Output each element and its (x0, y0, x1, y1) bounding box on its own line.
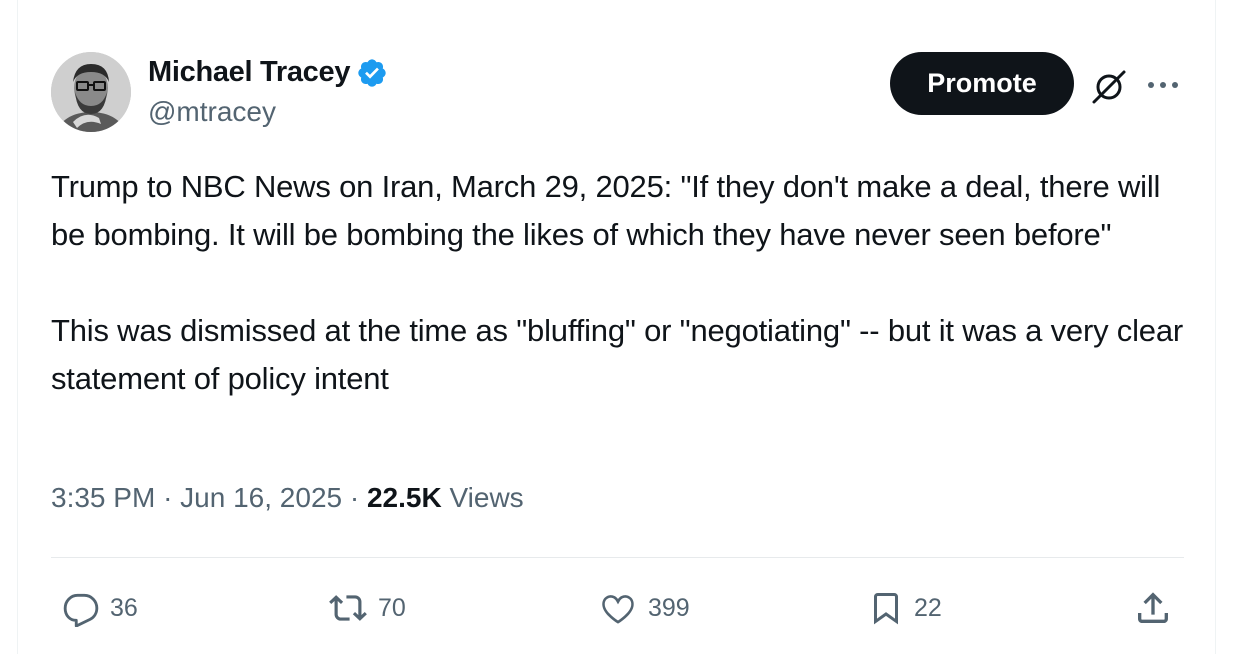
views-label: Views (449, 482, 524, 513)
tweet-time[interactable]: 3:35 PM (51, 482, 155, 513)
card-border-left (17, 0, 18, 654)
repost-button[interactable]: 70 (328, 586, 406, 630)
promote-button[interactable]: Promote (890, 52, 1074, 115)
share-icon (1138, 592, 1168, 623)
like-count: 399 (648, 593, 690, 622)
heart-icon (602, 595, 634, 624)
tweet-paragraph-1: Trump to NBC News on Iran, March 29, 202… (51, 169, 1161, 252)
author-handle[interactable]: @mtracey (148, 96, 276, 128)
meta-separator: · (349, 482, 360, 513)
reply-icon (63, 593, 99, 627)
tweet-date[interactable]: Jun 16, 2025 (180, 482, 342, 513)
tweet-text: Trump to NBC News on Iran, March 29, 202… (51, 163, 1201, 403)
divider (51, 557, 1184, 558)
repost-icon (329, 595, 367, 621)
author-name[interactable]: Michael Tracey (148, 56, 388, 89)
bookmark-button[interactable]: 22 (868, 586, 942, 630)
verified-badge-icon[interactable] (356, 57, 388, 89)
reply-button[interactable]: 36 (62, 586, 138, 630)
meta-separator: · (163, 482, 173, 513)
more-icon[interactable] (1145, 75, 1181, 95)
avatar[interactable] (51, 52, 131, 132)
avatar-image (51, 52, 131, 132)
tweet-meta: 3:35 PM · Jun 16, 2025 · 22.5K Views (51, 482, 524, 514)
views-count[interactable]: 22.5K (367, 482, 442, 513)
card-border-right (1215, 0, 1216, 654)
like-button[interactable]: 399 (598, 586, 690, 630)
bookmark-icon (874, 593, 898, 625)
grok-icon[interactable] (1090, 68, 1128, 106)
share-button[interactable] (1133, 586, 1173, 630)
repost-count: 70 (378, 593, 406, 622)
reply-count: 36 (110, 593, 138, 622)
author-name-text: Michael Tracey (148, 56, 351, 88)
bookmark-count: 22 (914, 593, 942, 622)
tweet-paragraph-2: This was dismissed at the time as "bluff… (51, 313, 1184, 396)
